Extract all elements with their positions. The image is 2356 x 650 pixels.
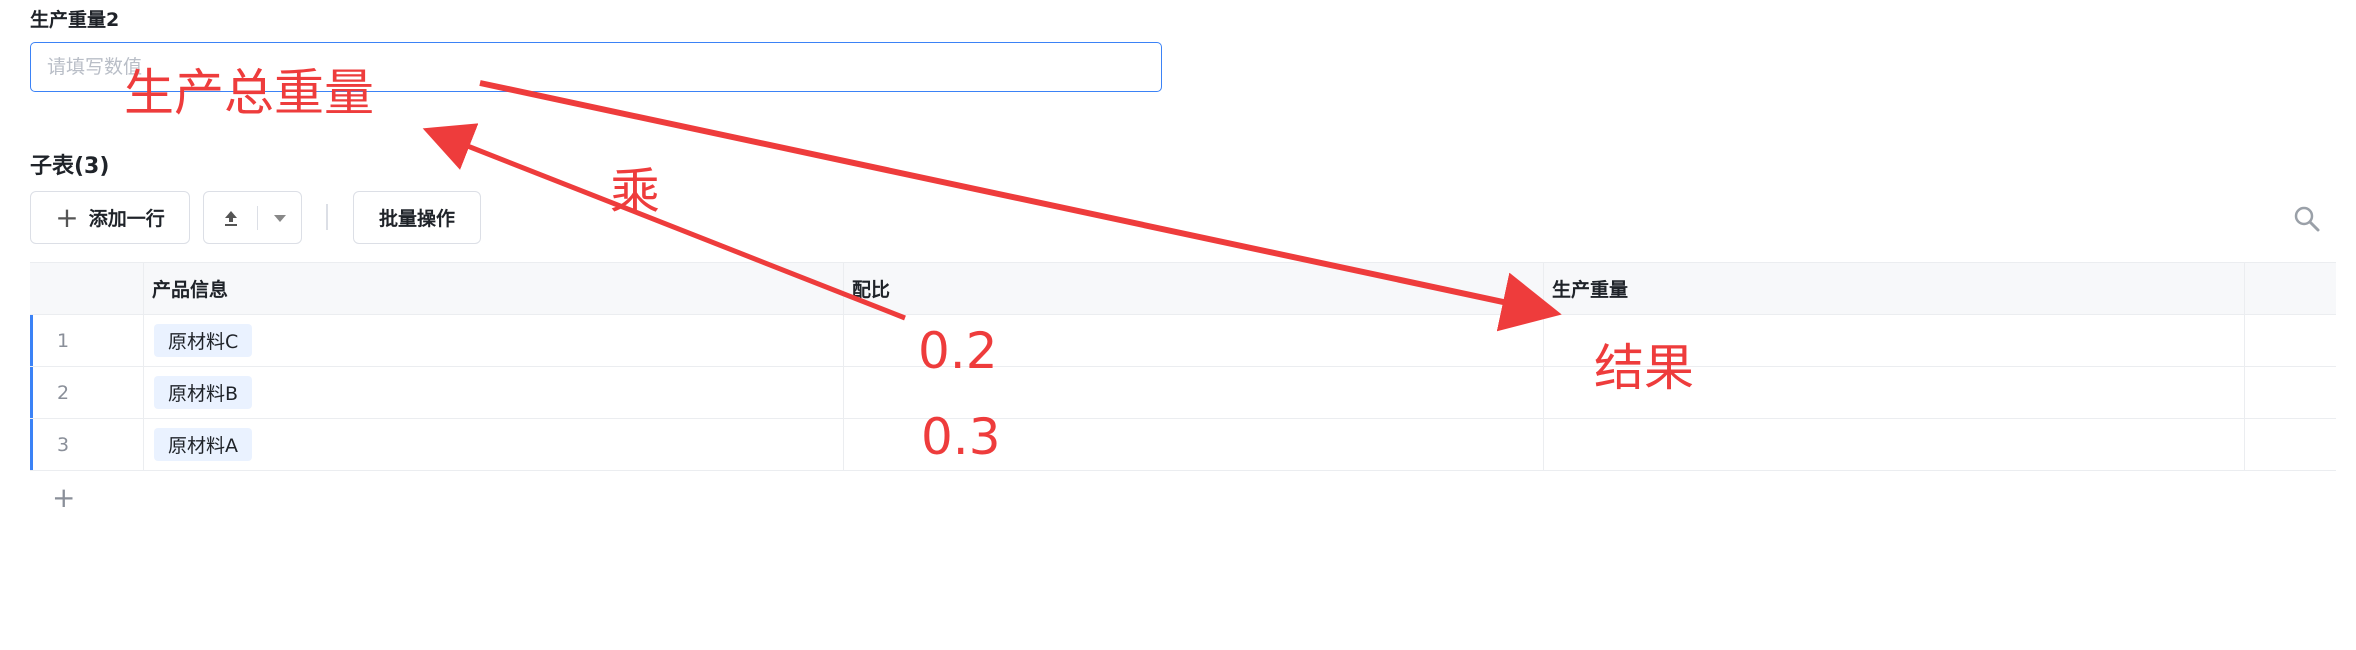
upload-button[interactable] (204, 192, 257, 243)
add-row-label: 添加一行 (88, 208, 165, 230)
header-ratio: 配比 (843, 263, 1543, 314)
table-row: 1 原材料C (30, 315, 2336, 367)
table-row: 2 原材料B (30, 367, 2336, 419)
add-row-plus-icon[interactable]: + (52, 481, 75, 514)
batch-operation-label: 批量操作 (378, 208, 455, 230)
add-row-footer: + (30, 471, 2336, 526)
weight-cell[interactable] (1543, 419, 2244, 470)
header-product: 产品信息 (143, 263, 843, 314)
grid-header: 产品信息 配比 生产重量 (30, 262, 2336, 315)
field-label: 生产重量2 (30, 9, 120, 31)
product-tag: 原材料B (154, 376, 253, 409)
upload-icon (224, 210, 237, 226)
add-row-button[interactable]: + 添加一行 (30, 191, 190, 244)
row-index: 1 (57, 329, 70, 352)
annotation-result: 结果 (1594, 339, 1694, 397)
caret-down-icon (273, 214, 286, 222)
annotation-ratio-1: 0.2 (918, 322, 998, 380)
plus-icon: + (55, 200, 79, 234)
row-index: 3 (57, 433, 70, 456)
product-cell[interactable]: 原材料A (143, 419, 843, 470)
import-button-group (203, 191, 302, 244)
annotation-ratio-2: 0.3 (921, 408, 1001, 466)
subtable-grid: 产品信息 配比 生产重量 1 原材料C 2 原材料B 3 原材料A + (30, 262, 2336, 526)
product-cell[interactable]: 原材料C (143, 315, 843, 366)
table-row: 3 原材料A (30, 419, 2336, 471)
product-tag: 原材料C (154, 324, 253, 357)
import-dropdown-button[interactable] (258, 192, 301, 243)
header-actions (2244, 263, 2336, 314)
product-tag: 原材料A (154, 428, 252, 461)
annotation-total-weight: 生产总重量 (124, 64, 374, 122)
product-cell[interactable]: 原材料B (143, 367, 843, 418)
header-index (30, 263, 143, 314)
toolbar-divider (326, 204, 328, 230)
actions-cell (2244, 315, 2336, 366)
header-weight: 生产重量 (1543, 263, 2244, 314)
batch-operation-button[interactable]: 批量操作 (353, 191, 481, 244)
actions-cell (2244, 419, 2336, 470)
search-icon[interactable] (2292, 204, 2322, 234)
actions-cell (2244, 367, 2336, 418)
row-index: 2 (57, 381, 70, 404)
subtable-title: 子表(3) (30, 154, 110, 179)
annotation-multiply: 乘 (610, 163, 660, 221)
